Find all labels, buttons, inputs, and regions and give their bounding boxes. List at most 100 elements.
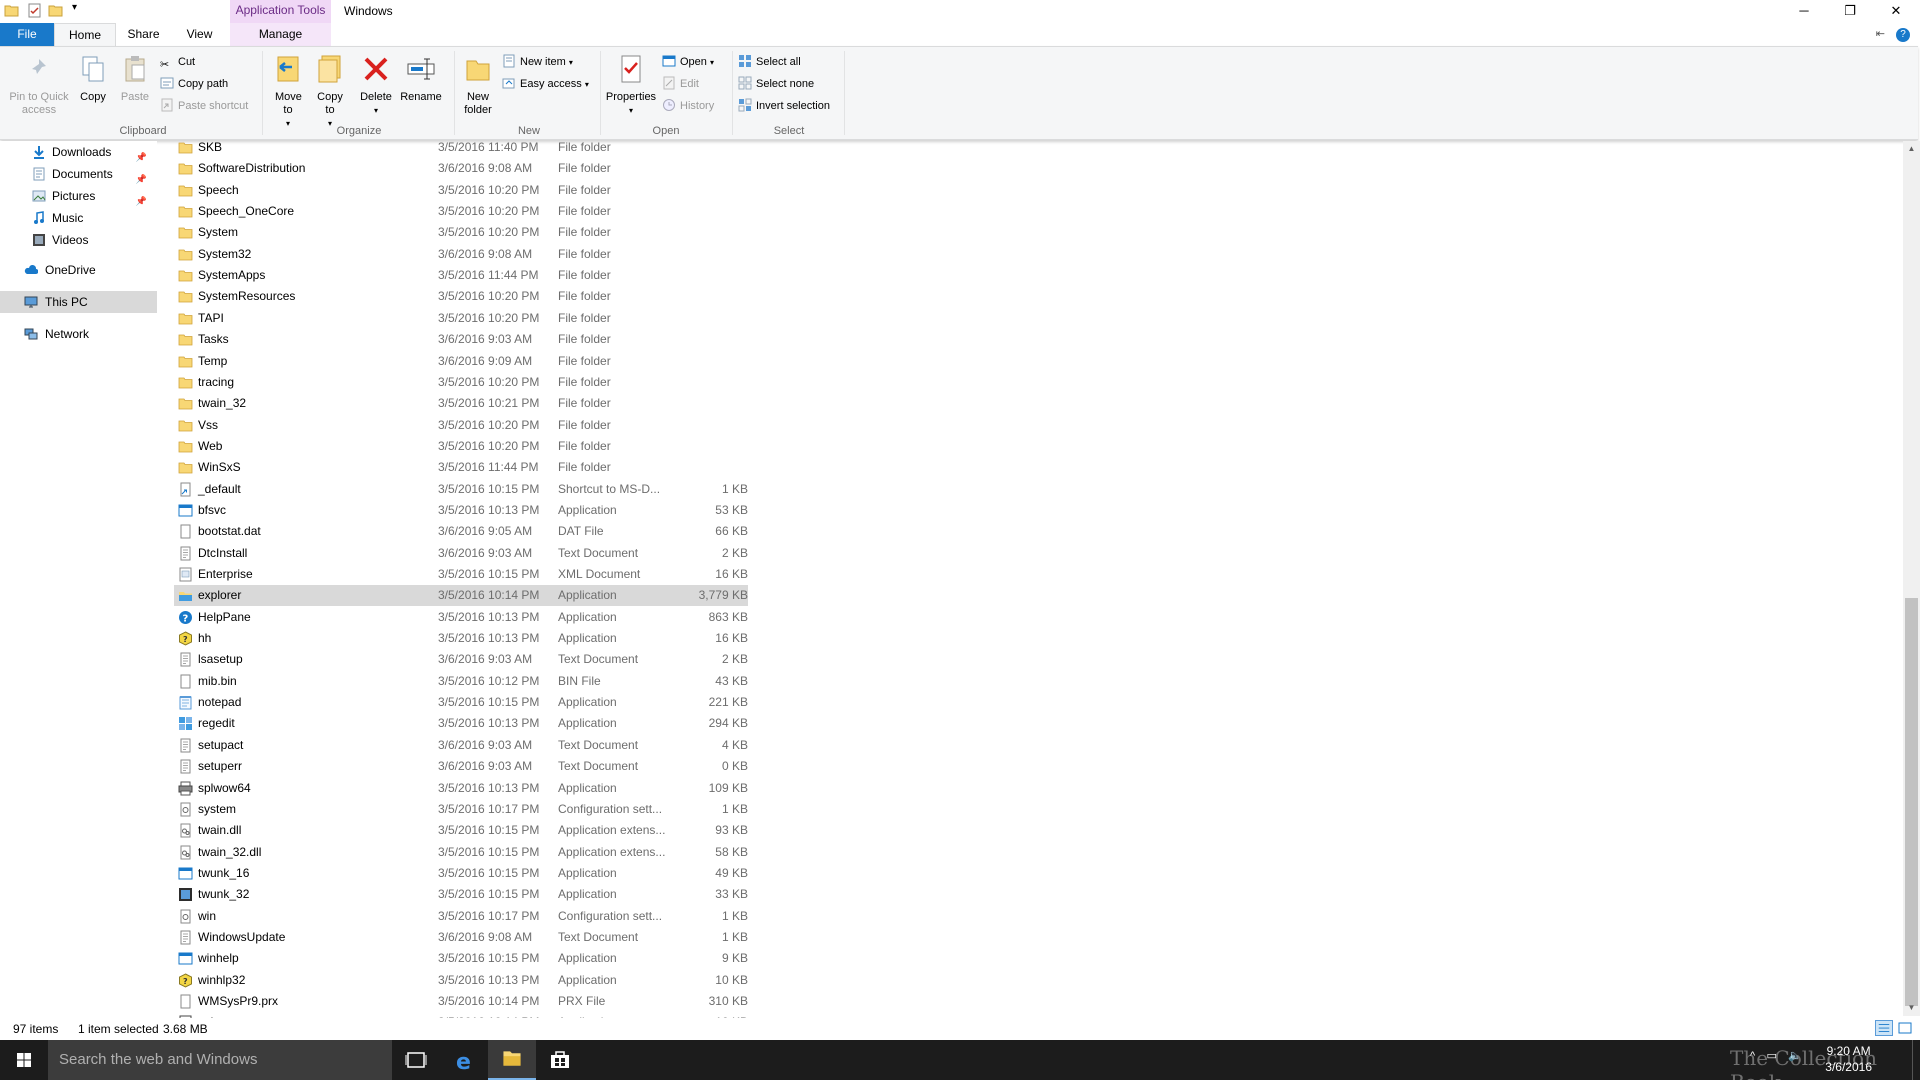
file-row[interactable]: SystemResources 3/5/2016 10:20 PM File fol…	[174, 286, 748, 307]
file-row[interactable]: regedit 3/5/2016 10:13 PM Application 294 K…	[174, 713, 748, 734]
large-icons-view-icon[interactable]	[1896, 1020, 1914, 1036]
folder-icon[interactable]	[4, 3, 19, 18]
file-row[interactable]: Vss 3/5/2016 10:20 PM File folder	[174, 415, 748, 436]
nav-item-documents[interactable]: Documents 📌	[0, 163, 157, 185]
file-row[interactable]: System32 3/6/2016 9:08 AM File folder	[174, 244, 748, 265]
paste-button[interactable]: Paste	[116, 53, 154, 104]
file-row[interactable]: WindowsUpdate 3/6/2016 9:08 AM Text Docume…	[174, 927, 748, 948]
nav-item-onedrive[interactable]: OneDrive	[0, 259, 157, 281]
copy-to-button[interactable]: Copy to ▾	[310, 53, 350, 130]
select-all-button[interactable]: Select all	[738, 52, 801, 72]
scrollbar-thumb[interactable]	[1905, 598, 1918, 1006]
file-row[interactable]: ? HelpPane 3/5/2016 10:13 PM Application 863…	[174, 607, 748, 628]
file-row[interactable]: winhelp 3/5/2016 10:15 PM Application 9 KB	[174, 948, 748, 969]
delete-button[interactable]: Delete ▾	[356, 53, 396, 117]
file-row[interactable]: lsasetup 3/6/2016 9:03 AM Text Document 2 K…	[174, 649, 748, 670]
windows-start-icon[interactable]	[0, 1040, 48, 1080]
tab-home[interactable]: Home	[54, 23, 116, 46]
file-row[interactable]: setupact 3/6/2016 9:03 AM Text Document 4 K…	[174, 735, 748, 756]
easy-access-button[interactable]: Easy access ▾	[502, 74, 589, 94]
file-row[interactable]: Speech 3/5/2016 10:20 PM File folder	[174, 180, 748, 201]
copy-button[interactable]: Copy	[76, 53, 110, 104]
scroll-down-icon[interactable]: ▼	[1903, 1000, 1920, 1016]
paste-shortcut-button[interactable]: Paste shortcut	[160, 96, 248, 116]
nav-item-pictures[interactable]: Pictures 📌	[0, 185, 157, 207]
file-row[interactable]: Tasks 3/6/2016 9:03 AM File folder	[174, 329, 748, 350]
file-row[interactable]: WMSysPr9.prx 3/5/2016 10:14 PM PRX File 310…	[174, 991, 748, 1012]
collapse-ribbon-icon[interactable]: ⇤	[1876, 28, 1885, 40]
file-row[interactable]: System 3/5/2016 10:20 PM File folder	[174, 222, 748, 243]
file-row[interactable]: splwow64 3/5/2016 10:13 PM Application 109 …	[174, 778, 748, 799]
pin-quick-access-button[interactable]: Pin to Quick access	[4, 53, 74, 117]
file-explorer-icon[interactable]	[488, 1040, 536, 1080]
tab-file[interactable]: File	[0, 23, 54, 46]
file-row[interactable]: WinSxS 3/5/2016 11:44 PM File folder	[174, 457, 748, 478]
taskbar-search-box[interactable]: Search the web and Windows	[48, 1040, 392, 1080]
file-row[interactable]: Enterprise 3/5/2016 10:15 PM XML Document 1…	[174, 564, 748, 585]
file-row[interactable]: ? hh 3/5/2016 10:13 PM Application 16 KB	[174, 628, 748, 649]
new-item-button[interactable]: New item ▾	[502, 52, 573, 72]
file-date-modified: 3/5/2016 10:17 PM	[438, 801, 540, 816]
restore-icon[interactable]: ❐	[1827, 0, 1873, 23]
file-row[interactable]: TAPI 3/5/2016 10:20 PM File folder	[174, 308, 748, 329]
show-hidden-icons-icon[interactable]: ^	[1750, 1050, 1755, 1062]
file-row[interactable]: Temp 3/6/2016 9:09 AM File folder	[174, 351, 748, 372]
close-icon[interactable]: ✕	[1873, 0, 1919, 23]
details-view-icon[interactable]	[1874, 1020, 1893, 1036]
new-folder-button[interactable]: New folder	[458, 53, 498, 117]
file-row[interactable]: Web 3/5/2016 10:20 PM File folder	[174, 436, 748, 457]
tab-view[interactable]: View	[171, 23, 228, 46]
edge-browser-icon[interactable]: e	[440, 1040, 488, 1080]
cut-button[interactable]: ✂ Cut	[160, 52, 195, 72]
file-row[interactable]: twunk_16 3/5/2016 10:15 PM Application 49 K…	[174, 863, 748, 884]
file-row[interactable]: twunk_32 3/5/2016 10:15 PM Application 33 K…	[174, 884, 748, 905]
file-row[interactable]: DtcInstall 3/6/2016 9:03 AM Text Document 2…	[174, 543, 748, 564]
file-row[interactable]: _default 3/5/2016 10:15 PM Shortcut to MS-…	[174, 479, 748, 500]
file-row[interactable]: twain_32.dll 3/5/2016 10:15 PM Application…	[174, 842, 748, 863]
file-row[interactable]: SKB 3/5/2016 11:40 PM File folder	[174, 137, 748, 158]
file-row[interactable]: SoftwareDistribution 3/6/2016 9:08 AM File…	[174, 158, 748, 179]
help-icon[interactable]: ?	[1896, 28, 1910, 42]
nav-item-this-pc[interactable]: This PC	[0, 291, 157, 313]
store-icon[interactable]	[536, 1040, 584, 1080]
properties-icon[interactable]	[27, 3, 42, 18]
move-to-button[interactable]: Move to ▾	[268, 53, 308, 130]
customize-qat-icon[interactable]: ▾	[72, 2, 77, 13]
nav-item-videos[interactable]: Videos	[0, 229, 157, 251]
file-row[interactable]: explorer 3/5/2016 10:14 PM Application 3,77…	[174, 585, 748, 607]
select-none-button[interactable]: Select none	[738, 74, 814, 94]
file-row[interactable]: notepad 3/5/2016 10:15 PM Application 221 K…	[174, 692, 748, 713]
new-folder-icon[interactable]	[48, 3, 63, 18]
network-tray-icon[interactable]: ▭	[1767, 1050, 1777, 1062]
copy-path-button[interactable]: Copy path	[160, 74, 228, 94]
nav-item-downloads[interactable]: Downloads 📌	[0, 141, 157, 163]
scroll-up-icon[interactable]: ▲	[1903, 141, 1920, 157]
file-row[interactable]: bfsvc 3/5/2016 10:13 PM Application 53 KB	[174, 500, 748, 521]
nav-item-network[interactable]: Network	[0, 323, 157, 345]
nav-item-music[interactable]: Music	[0, 207, 157, 229]
file-row[interactable]: twain.dll 3/5/2016 10:15 PM Application ex…	[174, 820, 748, 841]
file-row[interactable]: win 3/5/2016 10:17 PM Configuration sett..…	[174, 906, 748, 927]
history-button[interactable]: History	[662, 96, 714, 116]
file-row[interactable]: tracing 3/5/2016 10:20 PM File folder	[174, 372, 748, 393]
file-row[interactable]: Speech_OneCore 3/5/2016 10:20 PM File fold…	[174, 201, 748, 222]
task-view-icon[interactable]	[392, 1040, 440, 1080]
volume-icon[interactable]: 🔈	[1788, 1050, 1802, 1062]
invert-selection-button[interactable]: Invert selection	[738, 96, 830, 116]
rename-button[interactable]: Rename	[398, 53, 444, 104]
tab-manage[interactable]: Manage	[230, 23, 331, 46]
properties-button[interactable]: Properties ▾	[604, 53, 658, 117]
file-row[interactable]: ? winhlp32 3/5/2016 10:13 PM Application 10 …	[174, 970, 748, 991]
file-row[interactable]: setuperr 3/6/2016 9:03 AM Text Document 0 K…	[174, 756, 748, 777]
file-row[interactable]: mib.bin 3/5/2016 10:12 PM BIN File 43 KB	[174, 671, 748, 692]
file-row[interactable]: SystemApps 3/5/2016 11:44 PM File folder	[174, 265, 748, 286]
taskbar-clock[interactable]: 9:20 AM 3/6/2016	[1825, 1043, 1872, 1075]
edit-button[interactable]: Edit	[662, 74, 699, 94]
file-row[interactable]: bootstat.dat 3/6/2016 9:05 AM DAT File 66 K…	[174, 521, 748, 542]
tab-share[interactable]: Share	[116, 23, 171, 46]
minimize-icon[interactable]: ─	[1781, 0, 1827, 23]
file-row[interactable]: system 3/5/2016 10:17 PM Configuration set…	[174, 799, 748, 820]
file-row[interactable]: twain_32 3/5/2016 10:21 PM File folder	[174, 393, 748, 414]
show-desktop-button[interactable]	[1912, 1040, 1920, 1080]
open-button[interactable]: Open ▾	[662, 52, 714, 72]
